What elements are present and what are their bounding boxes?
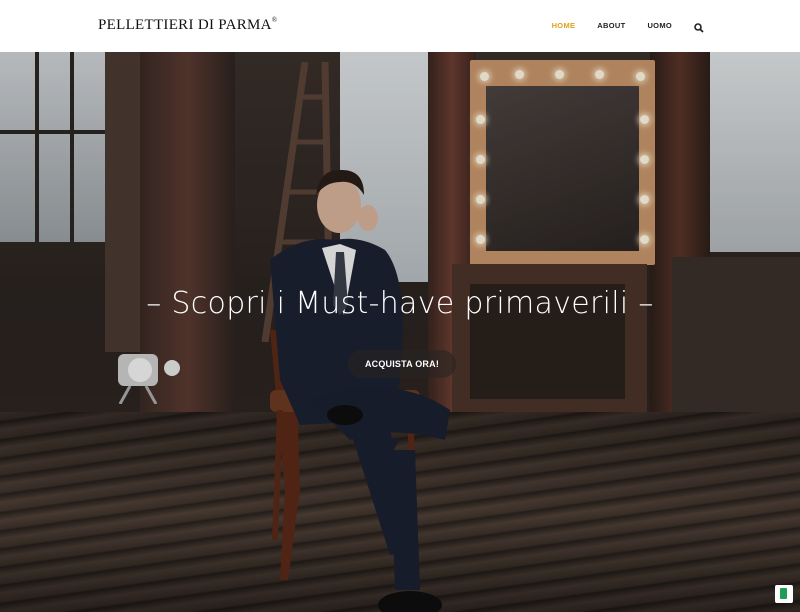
- brand-name: PELLETTIERI DI PARMA: [98, 17, 272, 33]
- main-nav: HOME ABOUT UOMO: [530, 20, 704, 33]
- site-logo[interactable]: PELLETTIERI DI PARMA®: [98, 16, 278, 34]
- nav-home[interactable]: HOME: [552, 21, 576, 30]
- nav-uomo[interactable]: UOMO: [647, 21, 672, 30]
- nav-about[interactable]: ABOUT: [597, 21, 625, 30]
- hero-banner: – Scopri i Must-have primaverili – ACQUI…: [0, 52, 800, 612]
- status-badge-icon[interactable]: [775, 585, 793, 603]
- site-header: PELLETTIERI DI PARMA® HOME ABOUT UOMO: [0, 0, 800, 52]
- shop-now-button[interactable]: ACQUISTA ORA!: [348, 350, 456, 378]
- hero-headline: – Scopri i Must-have primaverili –: [146, 286, 654, 321]
- search-icon[interactable]: [694, 20, 704, 33]
- brand-mark: ®: [271, 16, 278, 24]
